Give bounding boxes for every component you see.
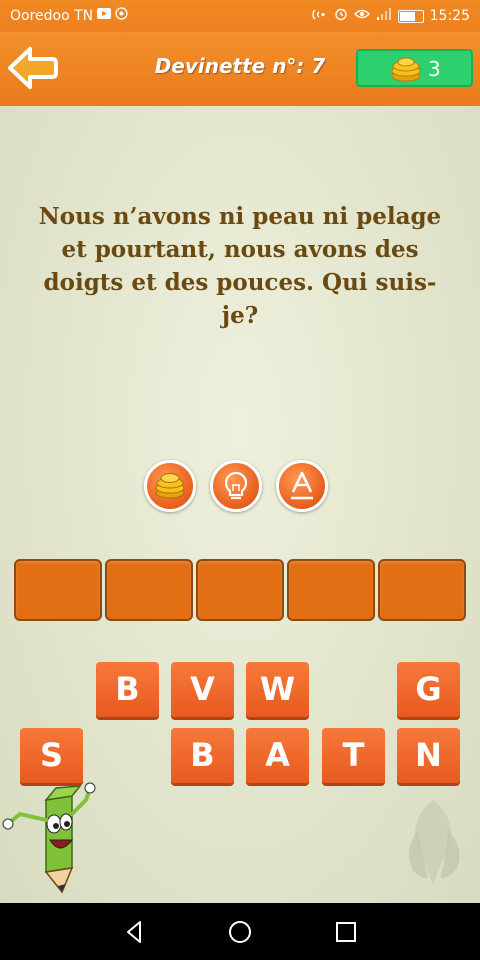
nav-recents-icon[interactable] — [331, 917, 361, 947]
signal-icon — [376, 8, 392, 24]
letter-key[interactable]: G — [397, 662, 460, 717]
back-arrow-icon — [8, 47, 58, 89]
eye-comfort-icon — [353, 8, 370, 24]
nav-home-icon[interactable] — [225, 917, 255, 947]
lightbulb-hint-button[interactable] — [210, 460, 262, 512]
nav-back-icon[interactable] — [120, 917, 150, 947]
pencil-mascot-icon — [2, 782, 96, 894]
nfc-icon — [311, 8, 328, 25]
riddle-question: Nous n’avons ni peau ni pelage et pourta… — [38, 203, 442, 329]
letter-key[interactable]: A — [246, 728, 309, 783]
app-header: Devinette n°: 7 3 — [0, 32, 480, 106]
status-bar: Ooredoo TN 15:25 — [0, 0, 480, 32]
riddle-title: Devinette n°: 7 — [154, 54, 326, 78]
letter-key[interactable]: B — [96, 662, 159, 717]
system-navigation-bar — [0, 903, 480, 960]
answer-slot-5[interactable] — [378, 559, 466, 621]
clock: 15:25 — [429, 8, 470, 24]
answer-slot-4[interactable] — [287, 559, 375, 621]
status-icons: 15:25 — [311, 7, 470, 25]
leaf-decoration-icon — [409, 800, 460, 885]
coins-counter-button[interactable]: 3 — [356, 49, 473, 87]
letter-hint-button[interactable] — [276, 460, 328, 512]
coin-stack-icon — [391, 57, 421, 82]
letter-key[interactable]: N — [397, 728, 460, 783]
coins-hint-button[interactable] — [144, 460, 196, 512]
letter-key[interactable]: T — [322, 728, 385, 783]
coin-stack-icon — [155, 473, 185, 499]
letter-a-icon — [291, 471, 313, 500]
letter-key[interactable]: W — [246, 662, 309, 717]
answer-slots — [14, 559, 466, 623]
letter-key[interactable]: B — [171, 728, 234, 783]
carrier-name: Ooredoo TN — [10, 7, 94, 24]
coins-count: 3 — [428, 57, 441, 81]
hotspot-notification-icon — [115, 7, 128, 24]
answer-slot-1[interactable] — [14, 559, 102, 621]
letter-key[interactable]: S — [20, 728, 83, 783]
carrier-group: Ooredoo TN — [10, 7, 128, 24]
answer-slot-2[interactable] — [105, 559, 193, 621]
back-arrow-button[interactable] — [6, 44, 58, 92]
youtube-notification-icon — [97, 8, 112, 23]
letter-key[interactable]: V — [171, 662, 234, 717]
answer-slot-3[interactable] — [196, 559, 284, 621]
lightbulb-icon — [224, 471, 248, 500]
alarm-icon — [334, 7, 348, 25]
battery-icon — [397, 9, 424, 23]
